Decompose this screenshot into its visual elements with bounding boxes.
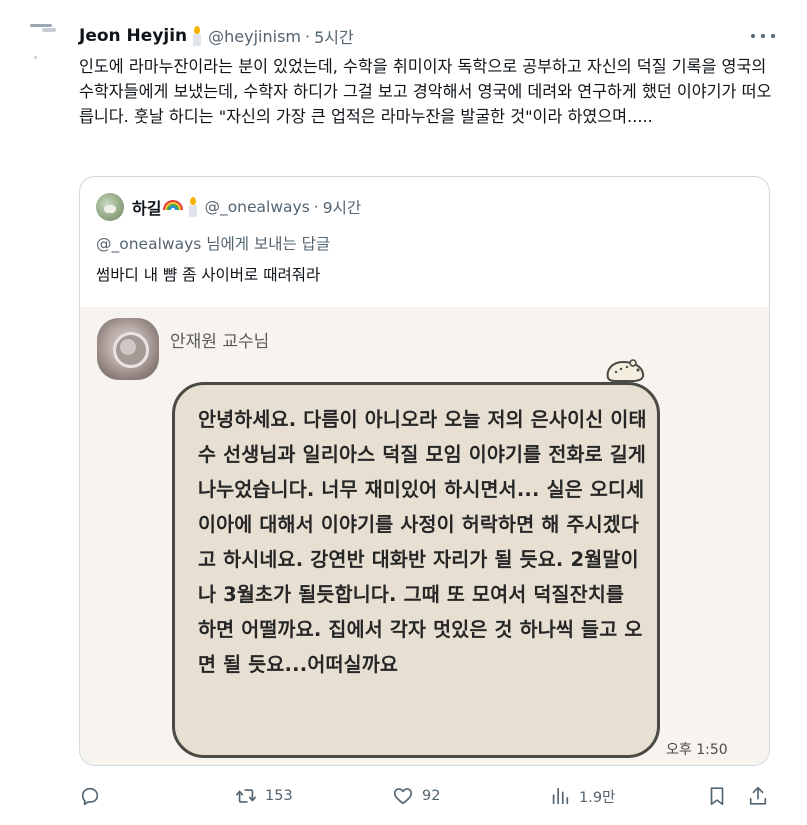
author-avatar[interactable] [22, 20, 62, 60]
more-options-icon[interactable] [751, 28, 775, 44]
bookmark-button[interactable] [706, 782, 728, 810]
replying-to: @_onealways 님에게 보내는 답글 [96, 235, 331, 253]
share-icon [749, 786, 767, 805]
quoted-tweet-header: 하길 @_onealways · 9시간 [96, 193, 361, 221]
avatar-graphic [42, 28, 56, 32]
retweet-button[interactable]: 153 [235, 782, 293, 810]
tweet-text: 인도에 라마누잔이라는 분이 있었는데, 수학을 취미이자 독학으로 공부하고 … [79, 57, 772, 126]
quoted-author-handle[interactable]: @_onealways [204, 198, 309, 216]
views-count: 1.9만 [579, 789, 616, 806]
tweet-header: Jeon Heyjin @heyjinism · 5시간 [79, 24, 354, 48]
chat-message-text: 안녕하세요. 다름이 아니오라 오늘 저의 은사이신 이태수 선생님과 일리아스… [198, 408, 647, 676]
reply-button[interactable] [79, 782, 101, 810]
views-chart-icon [552, 787, 569, 805]
chat-sender-avatar [97, 318, 159, 380]
heart-icon [393, 788, 413, 805]
quoted-tweet[interactable]: 하길 @_onealways · 9시간 @_onealways 님에게 보내는… [79, 176, 770, 766]
share-button[interactable] [747, 782, 769, 810]
candle-icon [187, 197, 199, 217]
quoted-author-display-name[interactable]: 하길 [132, 195, 161, 219]
hamster-sticker-icon [606, 359, 645, 383]
separator-dot: · [305, 26, 311, 46]
retweet-icon [236, 789, 256, 803]
like-button[interactable]: 92 [392, 782, 440, 810]
author-display-name[interactable]: Jeon Heyjin [79, 26, 187, 46]
bookmark-icon [710, 787, 724, 806]
chat-message-bubble: 안녕하세요. 다름이 아니오라 오늘 저의 은사이신 이태수 선생님과 일리아스… [172, 382, 660, 758]
quoted-tweet-timestamp[interactable]: 9시간 [323, 196, 361, 218]
chat-sender-name: 안재원 교수님 [170, 332, 270, 352]
quoted-tweet-text: 썸바디 내 뺨 좀 사이버로 때려줘라 [96, 266, 321, 284]
tweet-actions: 153 92 1.9만 [79, 782, 779, 810]
avatar-graphic [30, 24, 52, 27]
separator-dot: · [313, 198, 319, 216]
quoted-author-avatar[interactable] [96, 193, 124, 221]
chat-message-time: 오후 1:50 [666, 742, 728, 758]
like-count: 92 [422, 788, 441, 804]
reply-icon [81, 787, 99, 806]
tweet-timestamp[interactable]: 5시간 [314, 24, 354, 48]
attached-chat-screenshot[interactable]: 안재원 교수님 안녕하세요. 다름이 아니오라 오늘 저의 은사이신 이태수 선… [80, 307, 769, 765]
retweet-count: 153 [265, 788, 293, 804]
views-button[interactable]: 1.9만 [549, 782, 615, 810]
author-handle[interactable]: @heyjinism [208, 27, 301, 46]
tweet[interactable]: Jeon Heyjin @heyjinism · 5시간 인도에 라마누잔이라는… [0, 0, 807, 825]
avatar-graphic [34, 56, 37, 59]
candle-icon [191, 26, 203, 46]
rainbow-icon [163, 200, 184, 214]
